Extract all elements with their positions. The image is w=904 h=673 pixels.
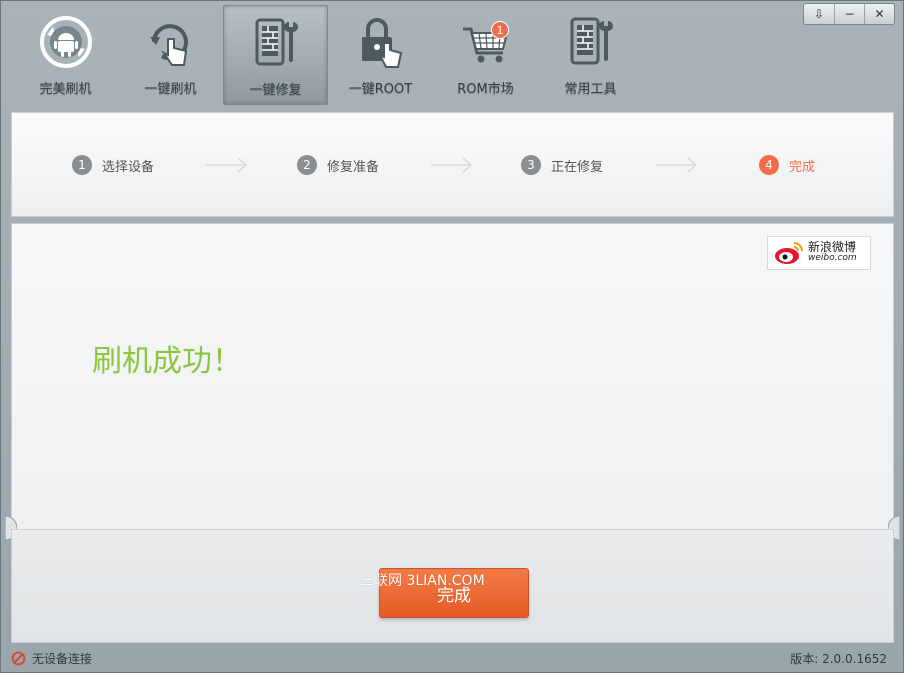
tool-label: 一键修复	[249, 83, 302, 98]
weibo-label: 新浪微博 weibo.com	[808, 240, 857, 264]
tools-icon	[564, 15, 618, 69]
tool-label: 完美刷机	[39, 82, 92, 97]
minimize-button[interactable]: −	[834, 4, 864, 24]
step-label: 选择设备	[102, 159, 155, 175]
step-select-device: 1 选择设备	[72, 155, 154, 175]
weibo-share-button[interactable]: 新浪微博 weibo.com	[767, 236, 871, 270]
tool-one-click-repair[interactable]: 一键修复	[223, 5, 328, 105]
step-repair-prep: 2 修复准备	[297, 155, 379, 175]
step-number: 3	[521, 155, 541, 175]
window-controls: ⇩ − ✕	[803, 3, 895, 25]
phone-wrench-icon	[249, 16, 303, 70]
version-text: 版本: 2.0.0.1652	[790, 652, 887, 666]
tool-common-tools[interactable]: 常用工具	[538, 5, 643, 105]
weibo-logo-icon	[775, 242, 803, 264]
weibo-domain: weibo.com	[808, 253, 857, 263]
close-button[interactable]: ✕	[864, 4, 894, 24]
tool-label: 一键刷机	[144, 82, 197, 97]
tool-one-click-flash[interactable]: 一键刷机	[118, 5, 223, 105]
device-status-text: 无设备连接	[32, 652, 93, 666]
tool-perfect-flash[interactable]: 完美刷机	[13, 5, 118, 105]
step-arrow-icon	[431, 157, 473, 173]
tool-one-click-root[interactable]: 一键ROOT	[328, 5, 433, 105]
no-device-icon	[11, 651, 26, 666]
step-number: 4	[759, 155, 779, 175]
step-arrow-icon	[206, 157, 248, 173]
step-number: 1	[72, 155, 92, 175]
steps-panel: 1 选择设备 2 修复准备 3 正在修复 4 完成	[11, 112, 894, 217]
menu-dropdown-button[interactable]: ⇩	[804, 4, 834, 24]
action-panel: 完成 三联网 3LIAN.COM	[11, 529, 894, 643]
weibo-name: 新浪微博	[808, 240, 857, 254]
tool-label: ROM市场	[457, 82, 514, 97]
status-bar: 无设备连接 版本: 2.0.0.1652	[1, 645, 903, 672]
success-message: 刷机成功！	[92, 344, 242, 379]
tool-label: 一键ROOT	[348, 82, 413, 97]
tool-rom-market[interactable]: 1 ROM市场	[433, 5, 538, 105]
step-arrow-icon	[656, 157, 698, 173]
notification-badge: 1	[491, 21, 509, 39]
step-complete: 4 完成	[759, 155, 815, 175]
step-repairing: 3 正在修复	[521, 155, 603, 175]
lock-hand-icon	[354, 15, 408, 69]
step-label: 完成	[789, 159, 816, 175]
watermark: 三联网 3LIAN.COM	[360, 573, 485, 589]
refresh-hand-icon	[144, 15, 198, 69]
device-status: 无设备连接	[11, 650, 92, 667]
result-panel: 新浪微博 weibo.com 刷机成功！	[11, 223, 894, 529]
android-refresh-icon	[39, 15, 93, 69]
tool-label: 常用工具	[564, 82, 617, 97]
main-toolbar: 完美刷机 一键刷机 一键修复 一键ROOT 1 ROM市场 常用工具	[13, 5, 643, 105]
step-label: 正在修复	[551, 159, 604, 175]
step-label: 修复准备	[327, 159, 380, 175]
step-number: 2	[297, 155, 317, 175]
app-window: ⇩ − ✕ 完美刷机 一键刷机 一键修复 一键ROOT 1 ROM市场 常用工具…	[0, 0, 904, 673]
